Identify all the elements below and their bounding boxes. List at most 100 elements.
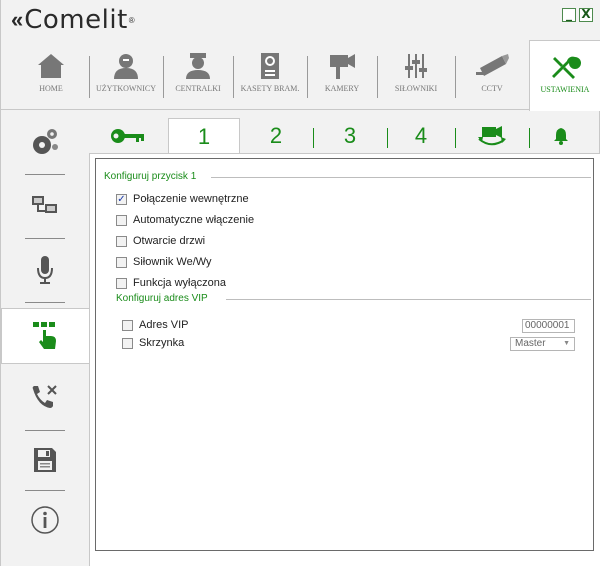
toolbar-door-panels[interactable]: KASETY BRAM. <box>235 40 305 110</box>
toolbar-separator <box>233 56 234 98</box>
toolbar-label: KAMERY <box>324 84 360 93</box>
sidebar-separator <box>25 302 65 303</box>
checkbox-checked[interactable]: ✓ <box>116 193 127 205</box>
toolbar-label: CENTRALKI <box>175 84 221 93</box>
chevron-down-icon: ▼ <box>563 340 570 347</box>
button-tabs: 1 2 3 4 <box>89 110 600 155</box>
user-icon <box>114 54 138 79</box>
toolbar-label: SIŁOWNIKI <box>394 84 438 93</box>
checkbox[interactable] <box>122 337 133 349</box>
checkbox[interactable] <box>122 319 133 331</box>
vip-address-input[interactable]: 00000001 <box>522 319 575 333</box>
minimize-button[interactable]: _ <box>562 8 576 22</box>
option-label: Siłownik We/Wy <box>133 256 212 268</box>
toolbar-separator <box>377 56 378 98</box>
toolbar-cameras[interactable]: KAMERY <box>309 40 375 110</box>
app-window: « Comelit ® _ X HOME UŻYTKOWNICY CENTRAL… <box>0 0 600 566</box>
toolbar-settings[interactable]: USTAWIENIA <box>529 40 600 111</box>
checkbox[interactable] <box>116 214 127 226</box>
toolbar-label: USTAWIENIA <box>540 85 590 94</box>
sidebar-item-audio[interactable] <box>1 246 89 294</box>
group-line <box>226 299 591 300</box>
tab-1[interactable]: 1 <box>168 118 240 155</box>
left-sidebar <box>1 110 89 566</box>
sidebar-separator <box>25 238 65 239</box>
group-title: Konfiguruj adres VIP <box>116 293 211 304</box>
sidebar-item-general[interactable] <box>1 118 89 166</box>
toolbar-home[interactable]: HOME <box>21 40 81 110</box>
logo-registered: ® <box>128 15 135 25</box>
toolbar-label: CCTV <box>481 84 503 93</box>
microphone-icon <box>37 256 53 284</box>
title-bar: « Comelit ® _ X <box>1 0 600 40</box>
tab-separator <box>455 128 456 148</box>
sidebar-item-phone-service[interactable] <box>1 374 89 422</box>
toolbar-label: KASETY BRAM. <box>240 84 300 93</box>
save-icon <box>34 448 56 472</box>
option-label: Otwarcie drzwi <box>133 235 206 247</box>
info-icon <box>31 506 59 534</box>
phone-tools-icon <box>32 385 57 408</box>
toolbar-separator <box>307 56 308 98</box>
camera-switch-icon <box>478 126 506 146</box>
camera-icon <box>330 54 355 79</box>
sidebar-item-network[interactable] <box>1 182 89 230</box>
tab-alarm[interactable] <box>531 118 591 154</box>
toolbar-cctv[interactable]: CCTV <box>457 40 527 110</box>
tab-4[interactable]: 4 <box>389 118 453 154</box>
option-actuator-io[interactable]: Siłownik We/Wy <box>116 256 212 268</box>
option-internal-call[interactable]: ✓ Połączenie wewnętrzne <box>116 193 249 205</box>
checkbox[interactable] <box>116 256 127 268</box>
option-auto-on[interactable]: Automatyczne włączenie <box>116 214 254 226</box>
concierge-icon <box>186 53 210 79</box>
option-label: Skrzynka <box>139 337 185 349</box>
sidebar-item-buttons[interactable] <box>1 308 89 364</box>
gears-icon <box>33 129 58 154</box>
content-panel: Konfiguruj przycisk 1 ✓ Połączenie wewnę… <box>89 153 600 566</box>
main-toolbar: HOME UŻYTKOWNICY CENTRALKI KASETY BRAM. … <box>1 40 600 111</box>
settings-frame: Konfiguruj przycisk 1 ✓ Połączenie wewnę… <box>95 158 594 551</box>
checkbox[interactable] <box>116 277 127 289</box>
bell-icon <box>554 128 568 145</box>
sidebar-separator <box>25 174 65 175</box>
tab-2[interactable]: 2 <box>241 118 311 154</box>
checkbox[interactable] <box>116 235 127 247</box>
toolbar-label: UŻYTKOWNICY <box>96 84 156 93</box>
toolbar-label: HOME <box>39 84 63 93</box>
tab-separator <box>313 128 314 148</box>
sidebar-item-info[interactable] <box>1 496 89 544</box>
network-icon <box>32 196 57 213</box>
button-press-icon <box>32 322 56 349</box>
mailbox-select[interactable]: Master ▼ <box>510 337 575 351</box>
tab-key[interactable] <box>93 118 163 154</box>
group-line <box>211 177 591 178</box>
option-function-off[interactable]: Funkcja wyłączona <box>116 277 226 289</box>
cctv-icon <box>476 54 509 76</box>
comelit-logo: « Comelit ® <box>11 5 135 35</box>
option-label: Adres VIP <box>139 319 189 331</box>
toolbar-actuators[interactable]: SIŁOWNIKI <box>379 40 453 110</box>
toolbar-separator <box>455 56 456 98</box>
group-title: Konfiguruj przycisk 1 <box>104 171 200 182</box>
option-mailbox[interactable]: Skrzynka <box>122 337 184 349</box>
option-label: Funkcja wyłączona <box>133 277 226 289</box>
sidebar-item-save[interactable] <box>1 436 89 484</box>
tab-3[interactable]: 3 <box>315 118 385 154</box>
tab-separator <box>529 128 530 148</box>
toolbar-separator <box>89 56 90 98</box>
close-button[interactable]: X <box>579 8 593 22</box>
logo-mark: « <box>11 7 23 32</box>
key-icon <box>111 129 144 143</box>
toolbar-centralki[interactable]: CENTRALKI <box>165 40 231 110</box>
tab-camera-switch[interactable] <box>457 118 527 154</box>
logo-text: Comelit <box>24 5 128 35</box>
home-icon <box>38 54 64 78</box>
tab-separator <box>387 128 388 148</box>
sidebar-separator <box>25 490 65 491</box>
door-panel-icon <box>261 53 279 79</box>
option-door-open[interactable]: Otwarcie drzwi <box>116 235 205 247</box>
actuator-icon <box>405 54 427 78</box>
toolbar-users[interactable]: UŻYTKOWNICY <box>91 40 161 110</box>
option-vip-address[interactable]: Adres VIP <box>122 319 189 331</box>
sidebar-separator <box>25 430 65 431</box>
